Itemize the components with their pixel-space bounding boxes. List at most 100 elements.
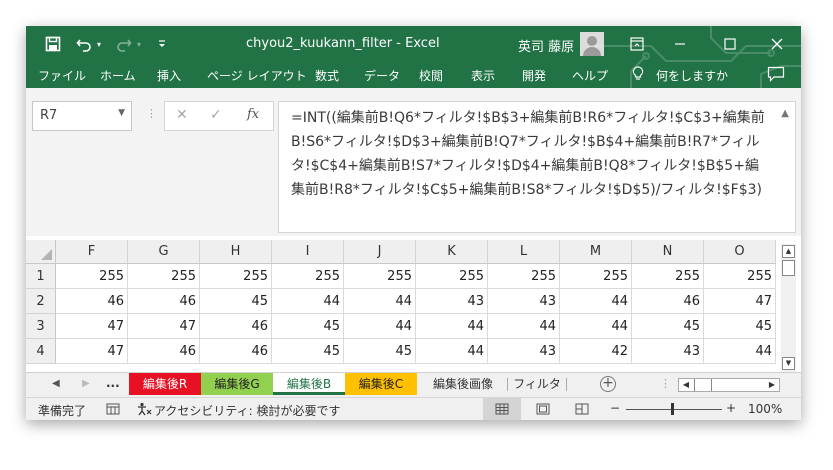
cell[interactable]: 44 — [560, 314, 632, 339]
cell[interactable]: 255 — [200, 264, 272, 289]
scroll-thumb[interactable] — [782, 260, 795, 276]
enter-check-icon[interactable]: ✓ — [210, 107, 222, 123]
column-header[interactable]: N — [632, 240, 704, 264]
undo-dropdown-icon[interactable]: ▾ — [94, 35, 104, 53]
cell[interactable]: 47 — [56, 314, 128, 339]
row-header[interactable]: 3 — [26, 314, 56, 339]
column-header[interactable]: L — [488, 240, 560, 264]
cell[interactable]: 46 — [632, 289, 704, 314]
scroll-up-icon[interactable]: ▲ — [782, 245, 795, 258]
menu-home[interactable]: ホーム — [100, 67, 136, 84]
cell[interactable]: 47 — [704, 289, 776, 314]
accessibility-status[interactable]: アクセシビリティ: 検討が必要です — [154, 402, 341, 419]
cell[interactable]: 44 — [416, 339, 488, 364]
cell[interactable]: 42 — [560, 339, 632, 364]
more-icon[interactable]: ⋮ — [146, 107, 157, 120]
cell[interactable]: 255 — [128, 264, 200, 289]
cell[interactable]: 44 — [344, 314, 416, 339]
formula-text[interactable]: =INT((編集前B!Q6*フィルタ!$B$3+編集前B!R6*フィルタ!$C$… — [291, 106, 769, 202]
cell[interactable]: 43 — [632, 339, 704, 364]
page-layout-view-button[interactable] — [524, 398, 562, 420]
cell[interactable]: 43 — [416, 289, 488, 314]
sheet-tab-image[interactable]: 編集後画像 — [423, 373, 503, 395]
redo-dropdown-icon[interactable]: ▾ — [134, 35, 144, 53]
cell[interactable]: 44 — [344, 289, 416, 314]
horizontal-scrollbar[interactable]: ◀ ▶ — [678, 378, 780, 392]
menu-insert[interactable]: 挿入 — [157, 67, 181, 84]
cell[interactable]: 46 — [200, 314, 272, 339]
sheet-tab-b[interactable]: 編集後B — [273, 373, 345, 395]
cell[interactable]: 255 — [488, 264, 560, 289]
redo-icon[interactable] — [114, 35, 134, 53]
menu-formulas[interactable]: 数式 — [315, 67, 339, 84]
scroll-thumb[interactable] — [694, 379, 712, 391]
collapse-formula-bar-icon[interactable]: ▲ — [781, 108, 789, 119]
more-sheets[interactable]: ... — [106, 376, 120, 390]
cell[interactable]: 255 — [704, 264, 776, 289]
column-header[interactable]: I — [272, 240, 344, 264]
column-header[interactable]: O — [704, 240, 776, 264]
next-sheet-icon[interactable]: ▶ — [82, 378, 90, 389]
zoom-slider-thumb[interactable] — [671, 403, 674, 415]
column-header[interactable]: K — [416, 240, 488, 264]
menu-file[interactable]: ファイル — [38, 67, 86, 84]
customize-toolbar-icon[interactable] — [156, 35, 168, 53]
row-header[interactable]: 1 — [26, 264, 56, 289]
sheet-tab-g[interactable]: 編集後G — [201, 373, 273, 395]
cell[interactable]: 255 — [56, 264, 128, 289]
cell[interactable]: 46 — [200, 339, 272, 364]
cancel-icon[interactable]: ✕ — [176, 107, 188, 123]
zoom-level[interactable]: 100% — [748, 402, 782, 416]
scroll-down-icon[interactable]: ▼ — [782, 357, 795, 370]
menu-page-layout[interactable]: ページ レイアウト — [207, 67, 307, 84]
more-icon[interactable]: ⋮ — [660, 377, 671, 390]
cell[interactable]: 44 — [704, 339, 776, 364]
cell[interactable]: 255 — [416, 264, 488, 289]
add-sheet-icon[interactable]: + — [600, 376, 616, 392]
menu-view[interactable]: 表示 — [471, 67, 495, 84]
cell[interactable]: 45 — [272, 339, 344, 364]
sheet-tab-c[interactable]: 編集後C — [345, 373, 417, 395]
sheet-tab-r[interactable]: 編集後R — [129, 373, 201, 395]
cell[interactable]: 45 — [272, 314, 344, 339]
cell[interactable]: 255 — [272, 264, 344, 289]
cell[interactable]: 45 — [704, 314, 776, 339]
insert-function-icon[interactable]: fx — [247, 107, 259, 122]
cell[interactable]: 45 — [200, 289, 272, 314]
page-break-view-button[interactable] — [563, 398, 601, 420]
scroll-right-icon[interactable]: ▶ — [766, 379, 778, 391]
cell[interactable]: 44 — [416, 314, 488, 339]
cell[interactable]: 45 — [344, 339, 416, 364]
formula-input[interactable]: =INT((編集前B!Q6*フィルタ!$B$3+編集前B!R6*フィルタ!$C$… — [278, 101, 796, 233]
zoom-slider[interactable] — [626, 409, 722, 410]
cell[interactable]: 47 — [128, 314, 200, 339]
cell[interactable]: 255 — [344, 264, 416, 289]
column-header[interactable]: J — [344, 240, 416, 264]
undo-icon[interactable] — [74, 35, 94, 53]
scroll-left-icon[interactable]: ◀ — [680, 379, 692, 391]
column-header[interactable]: G — [128, 240, 200, 264]
cell[interactable]: 43 — [488, 289, 560, 314]
select-all-button[interactable] — [26, 240, 56, 264]
row-header[interactable]: 2 — [26, 289, 56, 314]
menu-review[interactable]: 校閲 — [419, 67, 443, 84]
prev-sheet-icon[interactable]: ◀ — [52, 378, 60, 389]
cell[interactable]: 46 — [128, 289, 200, 314]
macro-record-icon[interactable] — [106, 402, 120, 419]
save-icon[interactable] — [44, 35, 62, 53]
cell[interactable]: 255 — [560, 264, 632, 289]
cell[interactable]: 255 — [632, 264, 704, 289]
worksheet-grid[interactable]: F G H I J K L M N O 1 255 255 255 255 25… — [26, 240, 779, 368]
cell[interactable]: 46 — [128, 339, 200, 364]
menu-developer[interactable]: 開発 — [522, 67, 546, 84]
normal-view-button[interactable] — [483, 398, 521, 420]
user-name[interactable]: 英司 藤原 — [518, 36, 574, 55]
cell[interactable]: 43 — [488, 339, 560, 364]
row-header[interactable]: 4 — [26, 339, 56, 364]
column-header[interactable]: H — [200, 240, 272, 264]
cell[interactable]: 47 — [56, 339, 128, 364]
cell[interactable]: 44 — [560, 289, 632, 314]
cell[interactable]: 44 — [488, 314, 560, 339]
menu-data[interactable]: データ — [364, 67, 400, 84]
sheet-tab-filter[interactable]: フィルタ — [512, 373, 562, 395]
